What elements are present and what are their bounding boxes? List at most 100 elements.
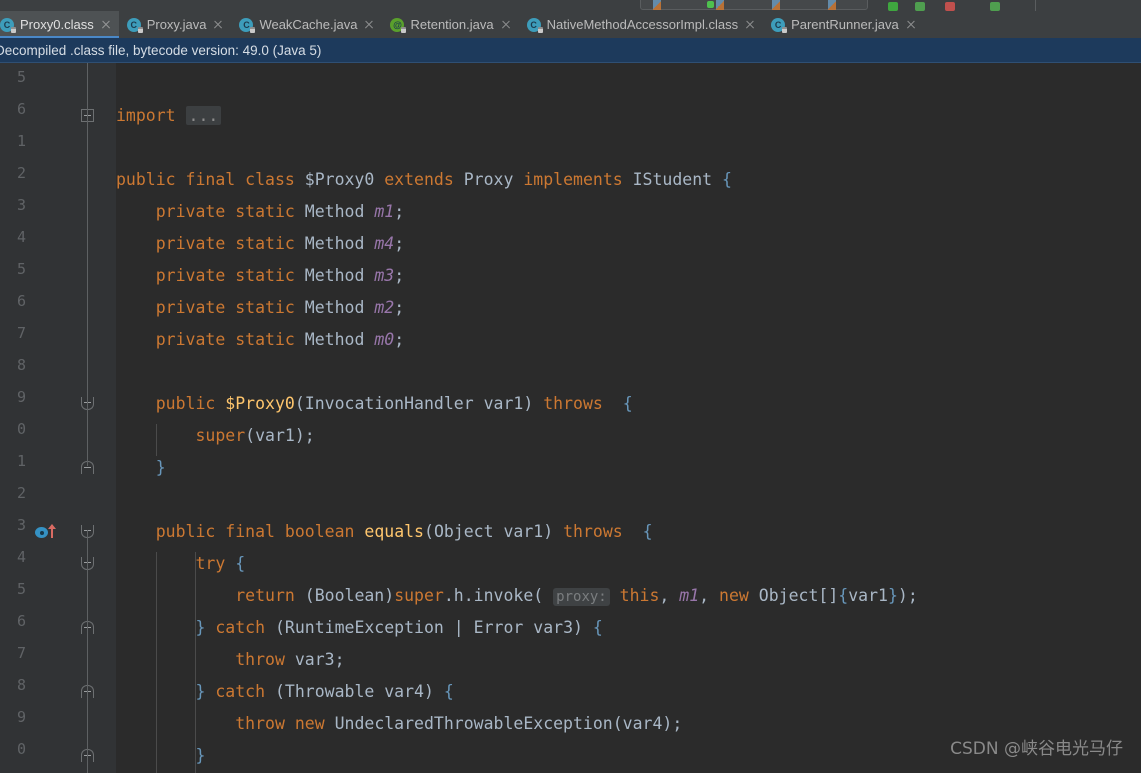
code-keyword: static (235, 330, 295, 349)
code-line[interactable]: super(var1); (116, 420, 314, 452)
close-icon[interactable] (500, 19, 512, 31)
code-line[interactable]: throw new UndeclaredThrowableException(v… (116, 708, 682, 740)
code-identifier: InvocationHandler (304, 394, 474, 413)
code-keyword: static (235, 298, 295, 317)
implements-method-icon[interactable] (35, 524, 61, 540)
code-identifier: Throwable (284, 682, 375, 701)
lock-badge-icon (537, 26, 543, 33)
code-identifier: invoke (473, 586, 534, 605)
code-identifier: Method (304, 298, 365, 317)
code-identifier: IStudent (632, 170, 713, 189)
code-line[interactable]: } catch (Throwable var4) { (116, 676, 453, 708)
code-keyword: public (116, 170, 176, 189)
folding-gutter[interactable] (70, 63, 116, 773)
code-brace: } (887, 586, 898, 605)
editor-tab-retention-java[interactable]: @ Retention.java (382, 11, 518, 38)
attach-icon[interactable] (990, 2, 1000, 11)
code-line[interactable]: private static Method m2; (116, 292, 404, 324)
line-number: 7 (16, 644, 26, 662)
line-number: 1 (16, 132, 26, 150)
line-number: 8 (16, 356, 26, 374)
code-line[interactable]: private static Method m1; (116, 196, 404, 228)
code-keyword: catch (215, 618, 266, 637)
code-brace: { (838, 586, 849, 605)
code-field: m4 (374, 234, 395, 253)
code-line[interactable]: } (116, 740, 205, 772)
editor-tab-bar[interactable]: C Proxy0.class C Proxy.java C WeakCache.… (0, 11, 1141, 38)
code-line[interactable]: } catch (RuntimeException | Error var3) … (116, 612, 602, 644)
nav-glyph-2[interactable] (716, 0, 724, 10)
lock-badge-icon (250, 26, 256, 33)
code-field: m1 (679, 586, 700, 605)
decompiled-file-banner: Decompiled .class file, bytecode version… (0, 38, 1141, 63)
banner-text: Decompiled .class file, bytecode version… (0, 43, 322, 58)
line-number: 0 (16, 420, 26, 438)
nav-glyph-3[interactable] (772, 0, 780, 10)
editor-tab-nativemethodaccessorimpl-class[interactable]: C NativeMethodAccessorImpl.class (519, 11, 763, 38)
close-icon[interactable] (744, 19, 756, 31)
close-icon[interactable] (905, 19, 917, 31)
lock-badge-icon (782, 26, 788, 33)
line-number: 0 (16, 740, 26, 758)
class-file-icon: C (126, 17, 143, 33)
line-number: 3 (16, 516, 26, 534)
line-number: 2 (16, 484, 26, 502)
editor-tab-proxy0-class[interactable]: C Proxy0.class (0, 11, 119, 38)
annotation-file-icon: @ (390, 17, 407, 33)
lock-badge-icon (137, 26, 143, 33)
watermark: CSDN @峡谷电光马仔 (950, 739, 1123, 759)
tab-label: NativeMethodAccessorImpl.class (546, 17, 739, 32)
coverage-icon[interactable] (915, 2, 925, 11)
tab-label: WeakCache.java (259, 17, 358, 32)
code-line[interactable]: public $Proxy0(InvocationHandler var1) t… (116, 388, 633, 420)
line-number: 6 (16, 612, 26, 630)
code-brace: } (195, 618, 206, 637)
code-line[interactable]: public final class $Proxy0 extends Proxy… (116, 164, 732, 196)
code-line[interactable]: import ... (116, 100, 222, 132)
code-line[interactable]: private static Method m0; (116, 324, 404, 356)
code-keyword: import (116, 106, 176, 125)
close-icon[interactable] (363, 19, 375, 31)
code-identifier: Proxy (463, 170, 514, 189)
code-line[interactable]: try { (116, 548, 245, 580)
editor-tab-proxy-java[interactable]: C Proxy.java (119, 11, 232, 38)
code-line[interactable]: return (Boolean)super.h.invoke( proxy: t… (116, 580, 918, 612)
code-line[interactable]: private static Method m4; (116, 228, 404, 260)
code-keyword: public (155, 394, 216, 413)
debug-icon[interactable] (888, 2, 898, 11)
code-line[interactable]: private static Method m3; (116, 260, 404, 292)
code-line[interactable]: } (116, 452, 166, 484)
stop-icon[interactable] (945, 2, 955, 11)
tab-label: Retention.java (410, 17, 494, 32)
line-number: 4 (16, 228, 26, 246)
fold-rail (70, 63, 116, 773)
code-keyword: this (619, 586, 660, 605)
code-identifier: h (453, 586, 464, 605)
editor-tab-weakcache-java[interactable]: C WeakCache.java (231, 11, 382, 38)
close-icon[interactable] (212, 19, 224, 31)
nav-glyph-1[interactable] (653, 0, 661, 10)
code-keyword: new (719, 586, 749, 605)
code-field: m2 (374, 298, 395, 317)
code-surface[interactable]: / ... /import ...public final class $Pro… (116, 63, 1141, 773)
code-editor[interactable]: 45612345678901234567890 / ... /import ..… (0, 63, 1141, 773)
editor-tab-parentrunner-java[interactable]: C ParentRunner.java (763, 11, 924, 38)
main-toolbar (0, 0, 1141, 11)
code-line[interactable]: public final boolean equals(Object var1)… (116, 516, 653, 548)
code-brace: { (642, 522, 653, 541)
code-identifier: Method (304, 202, 365, 221)
run-icon[interactable] (707, 1, 714, 8)
line-number-gutter[interactable]: 45612345678901234567890 (0, 63, 70, 773)
code-identifier: Error (473, 618, 524, 637)
code-keyword: private (155, 234, 226, 253)
lock-badge-icon (401, 26, 407, 33)
code-keyword: catch (215, 682, 266, 701)
class-file-icon: C (0, 17, 16, 33)
code-identifier: var1 (503, 522, 544, 541)
line-number: 5 (16, 260, 26, 278)
code-method-declaration: equals (364, 522, 424, 541)
close-icon[interactable] (100, 19, 112, 31)
nav-glyph-4[interactable] (828, 0, 836, 10)
code-identifier: Method (304, 330, 365, 349)
code-line[interactable]: throw var3; (116, 644, 344, 676)
